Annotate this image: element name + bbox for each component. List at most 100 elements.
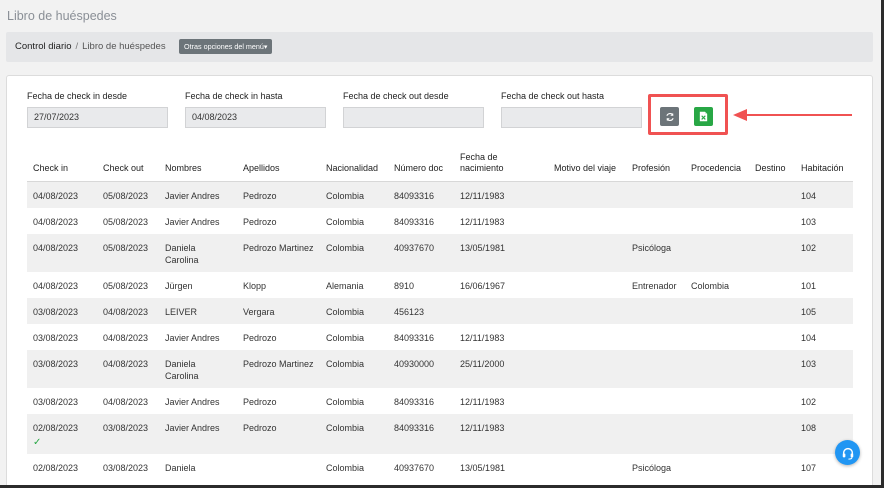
table-body: 04/08/2023 05/08/2023 Javier Andres Pedrozo… bbox=[27, 181, 853, 480]
checkin-to-input[interactable]: 04/08/2023 bbox=[185, 107, 326, 128]
table-cell: Pedrozo bbox=[237, 388, 320, 414]
table-cell: 05/08/2023 bbox=[97, 233, 159, 272]
table-cell bbox=[685, 454, 749, 480]
column-header[interactable]: Profesión bbox=[626, 139, 685, 182]
table-cell: 84093316 bbox=[388, 324, 454, 350]
table-cell: Javier Andres bbox=[159, 413, 237, 454]
table-cell: Psicóloga bbox=[626, 233, 685, 272]
checkin-from-input[interactable]: 27/07/2023 bbox=[27, 107, 168, 128]
table-cell: 03/08/2023 bbox=[97, 454, 159, 480]
column-header[interactable]: Motivo del viaje bbox=[548, 139, 626, 182]
table-cell bbox=[749, 349, 795, 388]
other-menu-options-button[interactable]: Otras opciones del menú▾ bbox=[179, 39, 273, 54]
table-cell: Javier Andres bbox=[159, 324, 237, 350]
column-header[interactable]: Check out bbox=[97, 139, 159, 182]
column-header[interactable]: Fecha de nacimiento bbox=[454, 139, 548, 182]
column-header[interactable]: Procedencia bbox=[685, 139, 749, 182]
table-cell-text: 05/08/2023 bbox=[103, 242, 149, 253]
table-cell-text: 102 bbox=[801, 242, 817, 253]
checkin-to-label: Fecha de check in hasta bbox=[185, 91, 283, 101]
table-cell bbox=[626, 181, 685, 208]
table-cell: 40937670 bbox=[388, 454, 454, 480]
table-cell bbox=[749, 181, 795, 208]
table-cell bbox=[749, 388, 795, 414]
table-cell-text: 12/11/1983 bbox=[460, 422, 505, 433]
table-cell: Daniela Carolina bbox=[159, 233, 237, 272]
table-cell: Colombia bbox=[320, 208, 388, 234]
table-cell bbox=[749, 324, 795, 350]
checkout-from-input[interactable] bbox=[343, 107, 484, 128]
table-cell: Pedrozo Martinez bbox=[237, 233, 320, 272]
table-cell: 04/08/2023 bbox=[97, 297, 159, 324]
table-row: 04/08/2023 05/08/2023 Javier Andres Pedrozo… bbox=[27, 208, 853, 234]
refresh-button[interactable] bbox=[660, 107, 679, 126]
table-cell bbox=[626, 349, 685, 388]
table-cell-text: Javier Andres bbox=[165, 190, 220, 201]
column-header[interactable]: Nombres bbox=[159, 139, 237, 182]
table-cell-text: 13/05/1981 bbox=[460, 242, 506, 253]
table-cell: Pedrozo bbox=[237, 208, 320, 234]
table-cell-text: 103 bbox=[801, 358, 817, 369]
table-cell-text: Javier Andres bbox=[165, 396, 220, 407]
export-excel-button[interactable] bbox=[694, 107, 713, 126]
table-cell bbox=[454, 297, 548, 324]
column-header[interactable]: Nacionalidad bbox=[320, 139, 388, 182]
column-header[interactable]: Check in bbox=[27, 139, 97, 182]
table-cell-text: 03/08/2023 bbox=[103, 422, 149, 433]
table-cell: Colombia bbox=[320, 413, 388, 454]
table-cell-text: 104 bbox=[801, 190, 817, 201]
table-cell: Colombia bbox=[320, 324, 388, 350]
table-cell: Pedrozo bbox=[237, 324, 320, 350]
checkout-from-label: Fecha de check out desde bbox=[343, 91, 449, 101]
table-cell: Colombia bbox=[320, 349, 388, 388]
table-cell: 04/08/2023 bbox=[97, 388, 159, 414]
table-cell-text: Pedrozo bbox=[243, 190, 277, 201]
table-cell: 12/11/1983 bbox=[454, 413, 548, 454]
other-menu-options-label: Otras opciones del menú bbox=[184, 42, 264, 51]
column-header[interactable]: Número doc bbox=[388, 139, 454, 182]
table-cell-text: 16/06/1967 bbox=[460, 280, 506, 291]
table-cell: 16/06/1967 bbox=[454, 272, 548, 298]
table-cell bbox=[548, 272, 626, 298]
table-cell bbox=[685, 233, 749, 272]
table-cell bbox=[685, 413, 749, 454]
table-cell: 40937670 bbox=[388, 233, 454, 272]
column-header[interactable]: Apellidos bbox=[237, 139, 320, 182]
table-cell bbox=[548, 297, 626, 324]
table-cell-text: Colombia bbox=[326, 306, 365, 317]
table-cell-text: 13/05/1981 bbox=[460, 462, 506, 473]
table-cell bbox=[548, 233, 626, 272]
table-cell bbox=[548, 208, 626, 234]
table-cell-text: Colombia bbox=[326, 396, 365, 407]
table-cell-text: 04/08/2023 bbox=[33, 242, 79, 253]
table-cell-text: 84093316 bbox=[394, 190, 435, 201]
table-cell: 13/05/1981 bbox=[454, 454, 548, 480]
table-cell-text: 04/08/2023 bbox=[103, 332, 149, 343]
table-cell-text: 105 bbox=[801, 306, 817, 317]
breadcrumb-root[interactable]: Control diario bbox=[15, 41, 72, 52]
table-cell: 101 bbox=[795, 272, 853, 298]
table-cell: 04/08/2023 bbox=[97, 324, 159, 350]
table-cell: Psicóloga bbox=[626, 454, 685, 480]
table-cell-text: 25/11/2000 bbox=[460, 358, 505, 369]
table-row: 03/08/2023 04/08/2023 Javier Andres Pedrozo… bbox=[27, 324, 853, 350]
support-chat-button[interactable] bbox=[835, 440, 860, 465]
column-header[interactable]: Habitación bbox=[795, 139, 853, 182]
table-cell: 12/11/1983 bbox=[454, 324, 548, 350]
table-cell-text: Javier Andres bbox=[165, 332, 220, 343]
table-cell-text: Colombia bbox=[326, 462, 365, 473]
table-cell: 02/08/2023 bbox=[27, 454, 97, 480]
table-cell: 12/11/1983 bbox=[454, 208, 548, 234]
table-cell: 102 bbox=[795, 233, 853, 272]
column-header[interactable]: Destino bbox=[749, 139, 795, 182]
table-cell bbox=[626, 413, 685, 454]
table-cell: Colombia bbox=[320, 454, 388, 480]
table-cell: 03/08/2023 bbox=[27, 324, 97, 350]
table-row: 03/08/2023 04/08/2023 LEIVER Vergara Colombi… bbox=[27, 297, 853, 324]
checkout-to-input[interactable] bbox=[501, 107, 642, 128]
table-cell: 03/08/2023 bbox=[27, 388, 97, 414]
table-cell-text: Pedrozo bbox=[243, 396, 277, 407]
table-cell-text: 12/11/1983 bbox=[460, 332, 505, 343]
check-icon: ✓ bbox=[33, 436, 42, 448]
table-cell: 40930000 bbox=[388, 349, 454, 388]
